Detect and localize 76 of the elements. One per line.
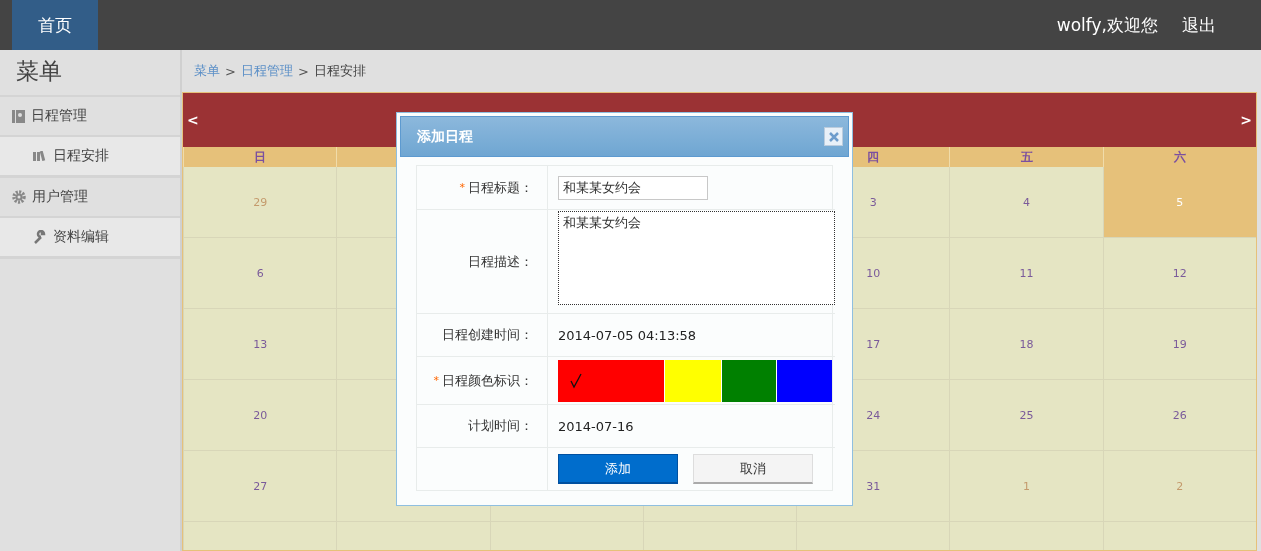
day-number: 18 xyxy=(1019,337,1034,351)
breadcrumb-link[interactable]: 日程管理 xyxy=(240,62,293,80)
logout-link[interactable]: 退出 xyxy=(1182,13,1216,37)
field-label: 日程标题： xyxy=(468,178,533,197)
day-number: 20 xyxy=(253,408,268,422)
item-label: 资料编辑 xyxy=(53,228,109,246)
title-input-field[interactable]: 和某某女约会 xyxy=(558,175,708,200)
day-number: 29 xyxy=(253,195,268,209)
breadcrumb-link[interactable]: 菜单 xyxy=(194,62,220,80)
day-number: 24 xyxy=(866,408,881,422)
sidebar-item[interactable]: 日程安排 xyxy=(0,137,180,178)
day-number: 12 xyxy=(1172,266,1187,280)
field-value: 2014-07-16 xyxy=(558,418,634,434)
required-mark: * xyxy=(459,181,465,194)
book-icon xyxy=(12,109,25,123)
settings-icon xyxy=(12,190,26,204)
sidebar-item[interactable]: 资料编辑 xyxy=(0,218,180,259)
calendar-day-cell[interactable]: 19 xyxy=(1102,309,1256,380)
day-number: 2 xyxy=(1176,479,1184,493)
day-number: 17 xyxy=(866,337,881,351)
field-label: 日程描述： xyxy=(468,252,533,271)
sidebar-title: 菜单 xyxy=(0,50,180,97)
breadcrumb-current[interactable]: 日程安排 xyxy=(313,62,366,80)
home-tab[interactable]: 首页 xyxy=(12,0,98,50)
required-mark: * xyxy=(433,374,439,387)
breadcrumb-separator: > xyxy=(225,63,236,79)
weekday-header: 五 xyxy=(949,147,1103,167)
day-number: 10 xyxy=(866,266,881,280)
calendar-day-cell[interactable]: 13 xyxy=(183,309,337,380)
day-number: 27 xyxy=(253,479,268,493)
day-number: 4 xyxy=(1023,195,1031,209)
wrench-icon xyxy=(33,230,47,244)
prev-month-button[interactable]: < xyxy=(187,112,199,128)
calendar-day-cell[interactable]: 6 xyxy=(183,238,337,309)
day-number: 31 xyxy=(866,479,881,493)
welcome-text: wolfy,欢迎您 xyxy=(1056,13,1158,37)
field-label: 日程创建时间： xyxy=(442,326,533,344)
day-number: 3 xyxy=(869,195,877,209)
group-label: 日程管理 xyxy=(31,107,87,125)
close-icon xyxy=(828,131,839,142)
field-label: 日程颜色标识： xyxy=(442,371,533,390)
weekday-header: 日 xyxy=(183,147,337,167)
day-number: 11 xyxy=(1019,266,1034,280)
day-number: 25 xyxy=(1019,408,1034,422)
group-label: 用户管理 xyxy=(32,188,88,206)
day-number: 5 xyxy=(1176,195,1184,209)
day-number: 6 xyxy=(256,266,264,280)
close-button[interactable] xyxy=(824,127,843,146)
calendar-day-cell[interactable]: 25 xyxy=(949,380,1103,451)
color-swatch[interactable] xyxy=(558,359,664,402)
color-swatch[interactable] xyxy=(665,359,721,402)
description-textarea[interactable]: 和某某女约会 xyxy=(558,211,835,305)
cancel-button[interactable]: 取消 xyxy=(693,454,813,484)
calendar-day-cell[interactable]: 20 xyxy=(183,380,337,451)
calendar-day-cell[interactable]: 27 xyxy=(183,451,337,522)
color-swatch[interactable] xyxy=(777,359,832,402)
item-label: 日程安排 xyxy=(53,147,109,165)
day-number: 1 xyxy=(1023,479,1031,493)
day-number: 13 xyxy=(253,337,268,351)
weekday-header: 六 xyxy=(1102,147,1256,167)
next-month-button[interactable]: > xyxy=(1240,112,1252,128)
add-button[interactable]: 添加 xyxy=(558,454,678,484)
calendar-day-cell[interactable]: 18 xyxy=(949,309,1103,380)
dialog-title: 添加日程 xyxy=(417,127,473,146)
field-value: 2014-07-05 04:13:58 xyxy=(558,327,697,343)
day-number: 19 xyxy=(1172,337,1187,351)
calendar-day-cell[interactable]: 11 xyxy=(949,238,1103,309)
books-icon xyxy=(33,151,47,161)
color-swatch[interactable] xyxy=(722,359,776,402)
day-number: 26 xyxy=(1172,408,1187,422)
calendar-day-cell[interactable]: 12 xyxy=(1102,238,1256,309)
check-icon xyxy=(570,372,582,389)
calendar-day-cell[interactable]: 26 xyxy=(1102,380,1256,451)
calendar-day-cell[interactable]: 4 xyxy=(949,167,1103,238)
breadcrumb-separator: > xyxy=(297,63,309,79)
field-label: 计划时间： xyxy=(468,417,533,435)
